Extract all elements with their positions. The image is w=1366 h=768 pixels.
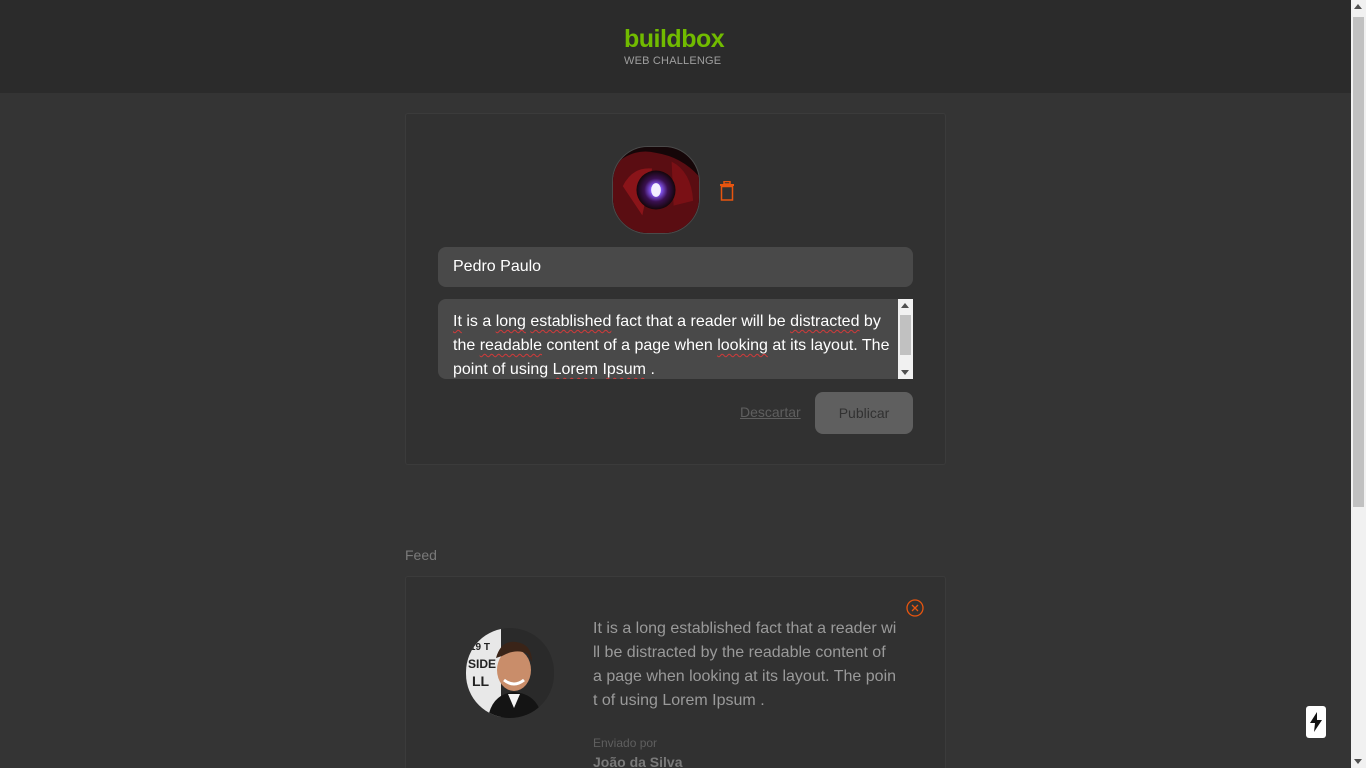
feed-heading: Feed	[405, 547, 437, 563]
svg-text:SIDE: SIDE	[468, 657, 496, 671]
post-composer: It is a long established fact that a rea…	[405, 113, 946, 465]
author-name-input[interactable]	[438, 247, 913, 287]
svg-text:LL: LL	[472, 673, 490, 689]
scroll-thumb[interactable]	[900, 315, 911, 355]
scroll-up-icon[interactable]	[901, 303, 909, 308]
discard-button[interactable]: Descartar	[740, 404, 801, 420]
scroll-down-icon[interactable]	[901, 370, 909, 375]
post-avatar: 19 T SIDE LL	[466, 628, 554, 718]
user-photo-icon	[613, 147, 699, 233]
lightning-icon	[1310, 712, 1322, 732]
page-scroll-down-icon[interactable]	[1354, 759, 1362, 764]
post-author: João da Silva	[593, 754, 683, 768]
page-scroll-thumb[interactable]	[1353, 17, 1364, 507]
author-photo-icon: 19 T SIDE LL	[466, 628, 554, 718]
logo-title: buildbox	[624, 25, 725, 53]
app-header: buildbox WEB CHALLENGE	[0, 0, 1351, 93]
page-scroll-up-icon[interactable]	[1354, 4, 1362, 9]
textarea-scrollbar[interactable]	[898, 299, 913, 379]
message-textarea[interactable]: It is a long established fact that a rea…	[438, 299, 913, 379]
post-message: It is a long established fact that a rea…	[593, 620, 897, 709]
avatar[interactable]	[612, 146, 700, 234]
delete-post-icon[interactable]	[906, 599, 924, 617]
sent-by-label: Enviado por	[593, 736, 658, 750]
page-scrollbar[interactable]	[1351, 0, 1366, 768]
lightning-button[interactable]	[1306, 706, 1326, 738]
publish-button[interactable]: Publicar	[815, 392, 913, 434]
trash-icon[interactable]	[719, 181, 735, 201]
feed-post: 19 T SIDE LL It is a long established fa…	[405, 576, 946, 768]
message-text: It is a long established fact that a rea…	[453, 313, 890, 378]
logo-subtitle: WEB CHALLENGE	[624, 55, 722, 67]
svg-text:19 T: 19 T	[470, 642, 490, 653]
logo: buildbox WEB CHALLENGE	[624, 25, 725, 67]
